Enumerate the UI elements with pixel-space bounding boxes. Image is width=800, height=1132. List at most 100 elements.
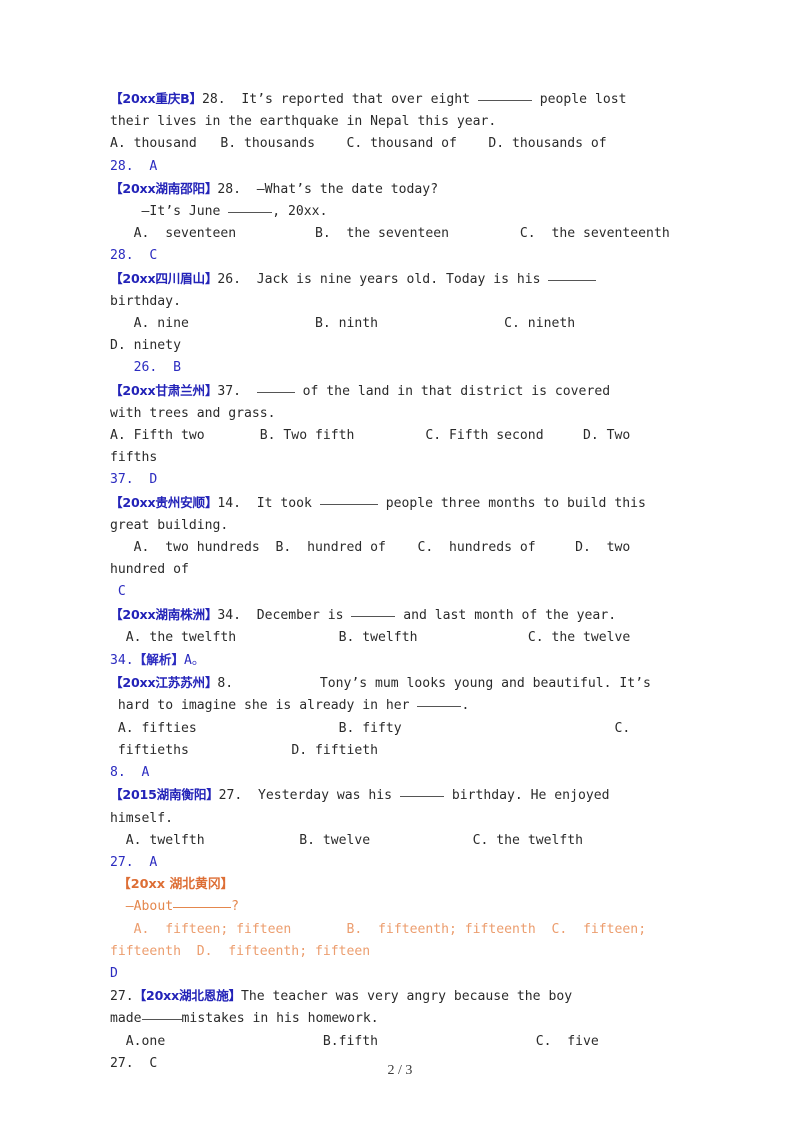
stem-text-tail: birthday. He enjoyed xyxy=(443,788,610,804)
question-stem-line: 【20xx湖南邵阳】28. —What’s the date today? xyxy=(110,178,690,201)
question-stem-line2: their lives in the earthquake in Nepal t… xyxy=(110,114,497,130)
options-text: A. nine B. ninth C. nineth xyxy=(133,316,576,332)
stem-text-tail: . xyxy=(461,698,470,714)
question-stem-line2: with trees and grass. xyxy=(110,405,276,421)
source-tag: 【20xx 湖北黄冈】 xyxy=(117,877,234,893)
source-tag: 【20xx四川眉山】 xyxy=(110,270,218,286)
stem-text: —About xyxy=(125,899,174,915)
options-text: A. the twelfth B. twelfth C. the twelve xyxy=(125,629,631,645)
question-options-line: A. the twelfth B. twelfth C. the twelve xyxy=(110,627,690,649)
document-page: 【20xx重庆B】28. It’s reported that over eig… xyxy=(0,0,800,1132)
answer-blank xyxy=(319,503,378,505)
stem-text: 27. Yesterday was his xyxy=(218,788,400,804)
answer-line: 28. A xyxy=(110,158,158,174)
question-stem-line: 【20xx重庆B】28. It’s reported that over eig… xyxy=(110,88,690,111)
stem-text: The teacher was very angry because the b… xyxy=(241,989,573,1005)
question-stem-line: 【20xx贵州安顺】14. It took people three month… xyxy=(110,492,690,515)
question-options-line: A. two hundreds B. hundred of C. hundred… xyxy=(110,537,690,559)
question-block: 27.【20xx湖北恩施】The teacher was very angry … xyxy=(110,985,690,1075)
question-options-line2: fifths xyxy=(110,450,158,466)
question-stem-line: 【20xx湖南株洲】34. December is and last month… xyxy=(110,604,690,627)
stem-text: 14. It took xyxy=(217,495,320,511)
answer-number: 34. xyxy=(110,653,134,669)
question-options-line2: hundred of xyxy=(110,562,189,578)
answer-line: 27. A xyxy=(110,854,158,870)
document-body: 【20xx重庆B】28. It’s reported that over eig… xyxy=(110,88,690,1075)
stem-text: —It’s June xyxy=(141,204,229,220)
question-stem-line2: —It’s June , 20xx. xyxy=(110,201,690,223)
question-options-line: A. seventeen B. the seventeen C. the sev… xyxy=(110,223,690,245)
stem-text-tail: and last month of the year. xyxy=(395,607,617,623)
question-options-line2: D. ninety xyxy=(110,338,181,354)
answer-line: 26. B xyxy=(110,357,690,379)
source-tag: 【2015湖南衡阳】 xyxy=(110,787,219,803)
question-options-line: A. fifteen; fifteen B. fifteenth; fiftee… xyxy=(110,919,690,941)
options-text: A. fifties B. fifty C. xyxy=(117,720,631,736)
question-block: 【2015湖南衡阳】27. Yesterday was his birthday… xyxy=(110,784,690,874)
question-stem-line2: great building. xyxy=(110,517,229,533)
answer-line: 28. C xyxy=(110,248,158,264)
stem-text: 26. Jack is nine years old. Today is his xyxy=(217,271,549,287)
options-text: A. twelfth B. twelve C. the twelfth xyxy=(125,832,584,848)
question-block: 【20xx江苏苏州】8. Tony’s mum looks young and … xyxy=(110,672,690,784)
stem-text-tail: of the land in that district is covered xyxy=(294,383,611,399)
source-tag: 【20xx重庆B】 xyxy=(110,91,202,106)
question-stem-line2: hard to imagine she is already in her . xyxy=(110,695,690,717)
answer-text: 26. B xyxy=(133,360,181,376)
answer-blank xyxy=(173,907,232,909)
source-tag: 【20xx湖南株洲】 xyxy=(110,606,218,622)
question-block: 【20xx四川眉山】26. Jack is nine years old. To… xyxy=(110,268,690,380)
answer-line: D xyxy=(110,965,118,981)
answer-blank xyxy=(256,391,295,393)
answer-blank xyxy=(228,212,273,214)
question-options-line2: fifteenth D. fifteenth; fifteen xyxy=(110,943,371,959)
answer-blank xyxy=(399,796,444,798)
question-options-line: A. thousand B. thousands C. thousand of … xyxy=(110,136,607,152)
question-number: 27. xyxy=(110,989,134,1005)
stem-text: 34. December is xyxy=(217,607,352,623)
stem-text: 8. Tony’s mum looks young and beautiful.… xyxy=(217,676,651,692)
answer-blank xyxy=(477,100,532,101)
source-tag: 【20xx湖北恩施】 xyxy=(133,988,242,1004)
options-text: A.one B.fifth C. five xyxy=(125,1033,599,1049)
options-text: A. seventeen B. the seventeen C. the sev… xyxy=(133,226,670,242)
stem-text-tail: people three months to build this xyxy=(377,495,646,511)
answer-text: A。 xyxy=(184,653,206,669)
stem-text: 28. —What’s the date today? xyxy=(217,181,439,197)
answer-line: 8. A xyxy=(110,765,150,781)
question-block: 【20xx湖南邵阳】28. —What’s the date today? —I… xyxy=(110,178,690,268)
answer-blank xyxy=(351,615,396,617)
stem-text-tail: ? xyxy=(231,899,239,915)
question-block: 【20xx重庆B】28. It’s reported that over eig… xyxy=(110,88,690,178)
answer-line: C xyxy=(110,581,690,603)
page-number: 2 / 3 xyxy=(387,1063,413,1078)
answer-blank xyxy=(141,1019,182,1021)
stem-text-tail: , 20xx. xyxy=(272,204,328,220)
stem-text: 28. It’s reported that over eight xyxy=(201,92,478,107)
source-tag: 【20xx湖南邵阳】 xyxy=(110,180,218,196)
stem-text-tail: mistakes in his homework. xyxy=(181,1011,379,1027)
question-stem-line2: made mistakes in his homework. xyxy=(110,1008,690,1030)
question-stem-line: 【20xx四川眉山】26. Jack is nine years old. To… xyxy=(110,268,690,291)
analysis-label: 【解析】 xyxy=(133,652,185,668)
options-text: fiftieths D. fiftieth xyxy=(117,742,379,758)
question-stem-line: 【2015湖南衡阳】27. Yesterday was his birthday… xyxy=(110,784,690,807)
question-options-line2: fiftieths D. fiftieth xyxy=(110,740,690,762)
question-block: 【20xx湖南株洲】34. December is and last month… xyxy=(110,604,690,673)
answer-line: 34.【解析】A。 xyxy=(110,649,690,672)
question-block-orange: 【20xx 湖北黄冈】 —About? A. fifteen; fifteen … xyxy=(110,874,690,985)
question-block: 【20xx甘肃兰州】37. of the land in that distri… xyxy=(110,380,690,492)
stem-text: made xyxy=(110,1011,142,1027)
question-stem-line: 【20xx甘肃兰州】37. of the land in that distri… xyxy=(110,380,690,403)
source-tag: 【20xx贵州安顺】 xyxy=(110,494,218,510)
stem-text-tail: people lost xyxy=(531,92,627,107)
question-options-line: A. nine B. ninth C. nineth xyxy=(110,313,690,335)
question-options-line: A.one B.fifth C. five xyxy=(110,1031,690,1053)
question-options-line: A. twelfth B. twelve C. the twelfth xyxy=(110,830,690,852)
question-stem-line2: —About? xyxy=(110,896,690,918)
question-stem-line2: himself. xyxy=(110,810,174,826)
answer-blank xyxy=(417,706,462,708)
source-tag: 【20xx甘肃兰州】 xyxy=(110,382,218,398)
options-text-bc: B. fifteenth; fifteenth C. fifteen; xyxy=(346,921,647,937)
question-options-line: A. Fifth two B. Two fifth C. Fifth secon… xyxy=(110,428,631,444)
